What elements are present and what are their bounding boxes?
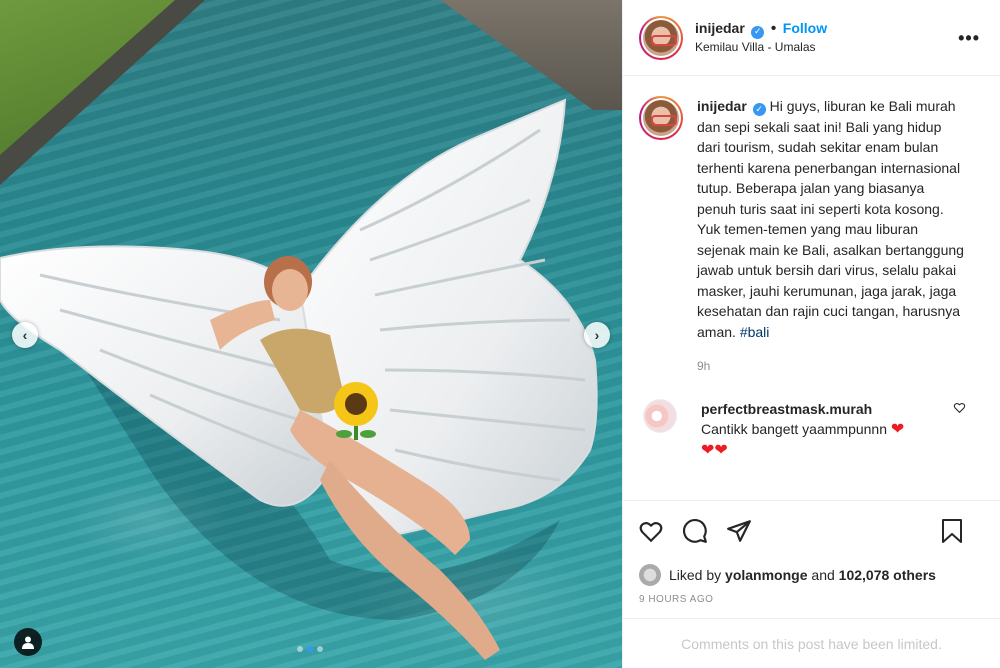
- commenter-avatar[interactable]: [643, 398, 677, 433]
- like-comment-heart-icon[interactable]: [953, 401, 966, 414]
- verified-badge-icon: ✓: [752, 102, 766, 116]
- likes-count[interactable]: 102,078 others: [839, 567, 936, 583]
- carousel-dot-active: [307, 646, 313, 652]
- carousel-dots: [297, 646, 323, 652]
- caption-username[interactable]: inijedar: [697, 98, 747, 114]
- comment-text: Cantikk bangett yaammpunnn: [701, 420, 887, 437]
- heart-emoji: ❤: [890, 420, 905, 438]
- comments-limited-notice: Comments on this post have been limited.: [623, 618, 1000, 668]
- caption-time: 9h: [697, 359, 711, 373]
- avatar[interactable]: [639, 96, 683, 140]
- likes-and: and: [811, 567, 835, 583]
- post-photo[interactable]: ‹ ›: [0, 0, 622, 668]
- separator-dot: •: [770, 20, 777, 38]
- comments-area: inijedar ✓ Hi guys, liburan ke Bali mura…: [623, 76, 1000, 500]
- follow-button[interactable]: Follow: [783, 20, 827, 36]
- carousel-dot: [297, 646, 303, 652]
- avatar[interactable]: [639, 15, 683, 60]
- bookmark-icon[interactable]: [938, 517, 966, 545]
- comment-item: perfectbreastmask.murah Cantikk bangett …: [639, 398, 984, 461]
- likes-summary: Liked by yolanmonge and 102,078 others: [623, 560, 1000, 590]
- liker-username[interactable]: yolanmonge: [725, 567, 807, 583]
- chevron-right-icon[interactable]: ›: [584, 322, 610, 348]
- post-header: inijedar ✓ • Follow Kemilau Villa - Umal…: [623, 0, 1000, 76]
- carousel-dot: [317, 646, 323, 652]
- avatar[interactable]: [639, 564, 661, 586]
- heart-emoji: ❤❤: [701, 441, 728, 459]
- comment-icon[interactable]: [681, 517, 709, 545]
- verified-badge-icon: ✓: [751, 25, 765, 39]
- hashtag-link[interactable]: #bali: [740, 324, 770, 340]
- commenter-username[interactable]: perfectbreastmask.murah: [701, 399, 941, 419]
- location-link[interactable]: Kemilau Villa - Umalas: [695, 40, 827, 56]
- caption-text: Hi guys, liburan ke Bali murah dan sepi …: [697, 98, 964, 340]
- post-sidebar: inijedar ✓ • Follow Kemilau Villa - Umal…: [622, 0, 1000, 668]
- sunflower-sticker: [334, 382, 378, 440]
- caption: inijedar ✓ Hi guys, liburan ke Bali mura…: [639, 96, 984, 377]
- user-tag-icon[interactable]: [14, 628, 42, 656]
- ellipsis-icon[interactable]: •••: [958, 28, 980, 49]
- author-username[interactable]: inijedar: [695, 20, 745, 36]
- heart-icon[interactable]: [637, 517, 665, 545]
- wing-float-illustration: [0, 98, 598, 660]
- action-bar: [623, 500, 1000, 560]
- share-icon[interactable]: [725, 517, 753, 545]
- chevron-left-icon[interactable]: ‹: [12, 322, 38, 348]
- likes-prefix: Liked by: [669, 567, 722, 583]
- post-timestamp[interactable]: 9 HOURS AGO: [623, 590, 1000, 618]
